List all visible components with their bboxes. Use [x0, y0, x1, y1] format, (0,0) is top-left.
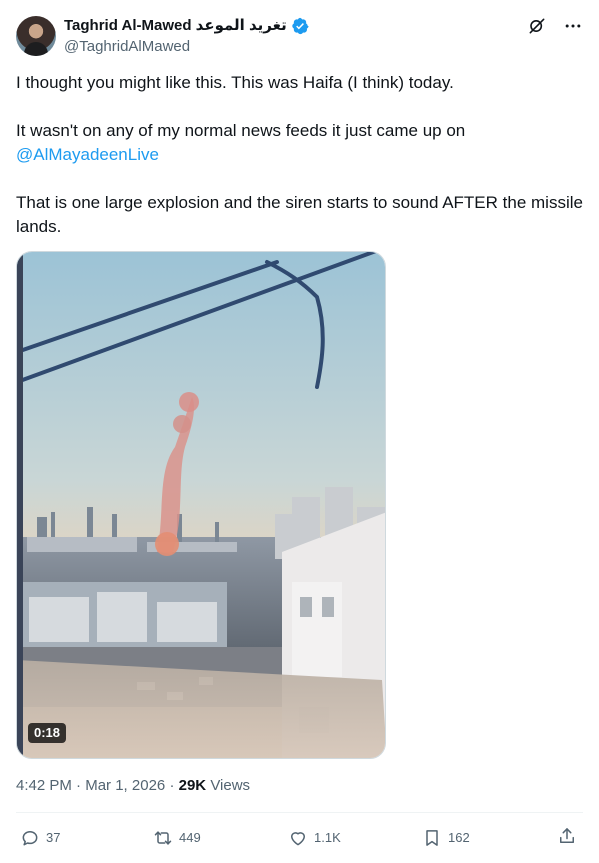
tweet-date[interactable]: Mar 1, 2026 [85, 777, 165, 794]
tweet-actions: 37 449 1.1K 162 [16, 826, 583, 850]
tweet-paragraph-2: It wasn't on any of my normal news feeds… [16, 119, 583, 167]
repost-count: 449 [179, 830, 201, 845]
author-handle[interactable]: @TaghridAlMawed [64, 37, 309, 57]
mention-link[interactable]: @AlMayadeenLive [16, 145, 159, 164]
share-icon [560, 828, 574, 843]
author-display-name-row[interactable]: Taghrid Al-Mawed تغريد الموعد [64, 16, 309, 36]
bookmark-button[interactable]: 162 [422, 826, 470, 850]
like-count: 1.1K [314, 830, 341, 845]
tweet-paragraph-2-text: It wasn't on any of my normal news feeds… [16, 121, 466, 140]
divider [16, 812, 583, 813]
video-frame[interactable] [17, 252, 386, 759]
repost-icon [154, 831, 172, 845]
views-label: Views [210, 777, 251, 794]
share-button[interactable] [557, 826, 577, 846]
video-duration-badge: 0:18 [28, 723, 67, 743]
tweet-meta: 4:42 PM · Mar 1, 2026 · 29K Views [16, 776, 250, 796]
tweet-paragraph-1: I thought you might like this. This was … [16, 73, 454, 92]
heart-icon [291, 832, 305, 846]
like-button[interactable]: 1.1K [288, 826, 341, 850]
author-display-name[interactable]: Taghrid Al-Mawed تغريد الموعد [64, 16, 287, 36]
bookmark-count: 162 [448, 830, 470, 845]
tweet-paragraph-3: That is one large explosion and the sire… [16, 193, 583, 236]
meta-separator-1: · [76, 777, 86, 794]
video-player[interactable] [16, 251, 386, 759]
reply-button[interactable]: 37 [20, 826, 60, 850]
header-actions [527, 16, 583, 36]
reply-icon [22, 831, 38, 846]
avatar[interactable] [16, 16, 56, 56]
author-block: Taghrid Al-Mawed تغريد الموعد @TaghridAl… [64, 16, 309, 57]
tweet-time[interactable]: 4:42 PM [16, 777, 72, 794]
grok-icon[interactable] [527, 16, 547, 36]
reply-count: 37 [46, 830, 61, 845]
more-options-icon[interactable] [563, 16, 583, 36]
views-count: 29K [178, 777, 207, 794]
repost-button[interactable]: 449 [153, 826, 201, 850]
tweet-text: I thought you might like this. This was … [16, 71, 583, 239]
tweet-header: Taghrid Al-Mawed تغريد الموعد @TaghridAl… [16, 12, 583, 60]
meta-separator-2: · [169, 777, 179, 794]
bookmark-icon [426, 830, 438, 846]
verified-badge-icon[interactable] [291, 17, 309, 35]
